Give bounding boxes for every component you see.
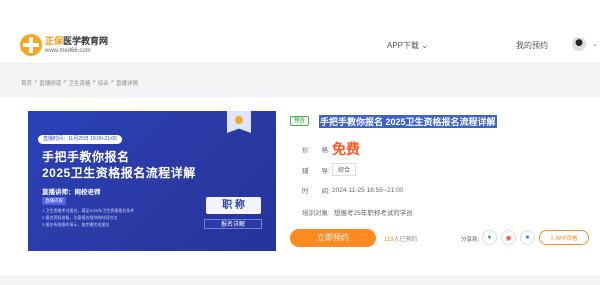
banner-time: 直播时间：11月25日 19:00-21:00 <box>38 135 122 144</box>
banner-line: 1.卫生资格考试报名，满足2025年卫生资格报名条件 <box>42 208 135 213</box>
breadcrumb-general[interactable]: 综合 <box>98 79 109 87</box>
banner-title-line1: 手把手教你报名 <box>42 150 130 164</box>
time-row: 时 间: 2024-11-25 18:55--21:00 <box>302 185 404 196</box>
app-download-label: APP下载 <box>387 41 420 50</box>
category-row: 辅 导: 综合 <box>302 163 357 176</box>
banner-teacher: 直播讲师：网校老师 <box>42 189 101 196</box>
qq-share-icon[interactable]: ● <box>520 230 535 245</box>
top-header: 正保医学教育网 www.med66.com APP下载 ⌄ 我的预约 ⌄ <box>0 0 600 64</box>
time-label: 时 间: <box>302 188 330 195</box>
banner-title-line2: 2025卫生资格报名流程详解 <box>42 166 196 180</box>
reserved-suffix: 人已预约 <box>393 237 418 243</box>
banner-line: 2.报名资料准备，注意报名细节的时间节点 <box>42 215 118 220</box>
live-detail-card: 直播时间：11月25日 19:00-21:00 手把手教你报名 2025卫生资格… <box>0 97 600 275</box>
phone-icon: ▯ <box>550 234 554 241</box>
breadcrumb: 首页 > 直播频道 > 卫生资格 > 综合 > 直播详情 <box>21 79 138 87</box>
banner-line: 3.报名系统操作演示，按步骤完成报名 <box>42 222 110 227</box>
time-value: 2024-11-25 18:55--21:00 <box>332 186 404 194</box>
ribbon-badge-icon <box>227 111 251 133</box>
reserved-count: 119人已预约 <box>384 234 418 243</box>
category-value: 综合 <box>332 163 357 176</box>
banner-job-label: 职 称 <box>206 197 261 214</box>
breadcrumb-home[interactable]: 首页 <box>21 79 32 87</box>
share-label: 分享到: <box>461 237 480 243</box>
app-download-menu[interactable]: APP下载 ⌄ <box>387 40 428 51</box>
logo-name: 医学教育网 <box>63 35 109 46</box>
breadcrumb-health-qualification[interactable]: 卫生资格 <box>68 79 90 87</box>
logo-url: www.med66.com <box>45 47 91 54</box>
price-row: 价 格: 免费 <box>302 139 360 159</box>
banner-job-sub: 报名详解 <box>204 219 262 229</box>
chevron-down-icon: ⌄ <box>421 41 428 50</box>
breadcrumb-current: 直播详情 <box>115 81 138 87</box>
logo-brand: 正保 <box>45 35 64 46</box>
app-watch-label: APP观看 <box>555 235 578 242</box>
breadcrumb-separator: > <box>34 79 38 85</box>
wechat-share-icon[interactable]: ● <box>482 230 497 245</box>
logo-icon <box>20 34 42 56</box>
my-reservation-link[interactable]: 我的预约 <box>516 40 548 51</box>
audience-label: 培训对象: <box>302 210 330 217</box>
breadcrumb-separator: > <box>63 79 67 85</box>
live-banner-image: 直播时间：11月25日 19:00-21:00 手把手教你报名 2025卫生资格… <box>28 111 276 251</box>
site-logo[interactable]: 正保医学教育网 www.med66.com <box>20 34 108 56</box>
banner-content-lines: 1.卫生资格考试报名，满足2025年卫生资格报名条件 2.报名资料准备，注意报名… <box>42 207 134 228</box>
breadcrumb-separator: > <box>110 79 114 85</box>
price-label: 价 格: <box>302 147 330 154</box>
audience-value: 想报考25年职称考试的学员 <box>334 210 413 217</box>
audience-row: 培训对象: 想报考25年职称考试的学员 <box>302 207 413 217</box>
breadcrumb-separator: > <box>92 79 96 85</box>
reserve-button[interactable]: 立即预约 <box>290 229 376 247</box>
reserved-number: 119 <box>384 237 394 243</box>
category-label: 辅 导: <box>302 167 330 175</box>
price-value: 免费 <box>332 141 360 157</box>
status-badge: 预告 <box>290 116 310 126</box>
breadcrumb-live-channel[interactable]: 直播频道 <box>39 79 61 87</box>
chevron-down-icon[interactable]: ⌄ <box>592 40 598 48</box>
page-title: 手把手教你报名 2025卫生资格报名流程详解 <box>319 115 497 128</box>
banner-content-tag: 直播内容 <box>42 197 66 205</box>
weibo-share-icon[interactable]: ◉ <box>501 230 516 245</box>
app-watch-button[interactable]: ▯ APP观看 <box>539 230 589 245</box>
avatar[interactable] <box>572 37 586 51</box>
